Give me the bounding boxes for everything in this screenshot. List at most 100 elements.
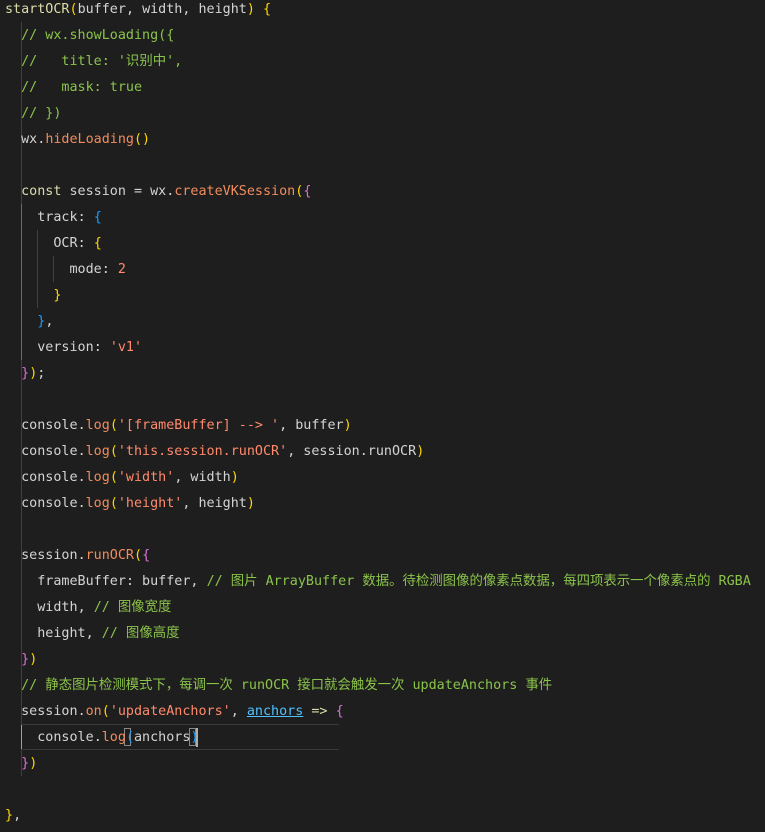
code-token: , buffer [279,418,344,433]
code-token: => [311,704,328,719]
code-line[interactable]: }) [5,647,37,673]
code-token: log [101,730,126,745]
code-token: { [303,184,312,199]
code-token: console [21,418,78,433]
code-line[interactable]: session.runOCR({ [5,543,150,569]
code-token: ( [134,548,143,563]
code-line[interactable]: const session = wx.createVKSession({ [5,179,311,205]
code-line[interactable]: }) [5,751,37,777]
code-token: track [37,210,78,225]
code-token: createVKSession [174,184,296,199]
code-token: // 图像宽度 [93,600,172,615]
code-token: } [53,288,62,303]
code-line[interactable]: }, [5,803,21,829]
code-editor[interactable]: startOCR(buffer, width, height) { // wx.… [0,0,765,832]
code-line[interactable]: frameBuffer: buffer, // 图片 ArrayBuffer 数… [5,569,751,595]
code-line[interactable]: startOCR(buffer, width, height) { [5,0,271,23]
code-token: // }) [21,106,62,121]
code-token: , [85,626,102,641]
code-token: 2 [117,262,126,277]
code-token: { [335,704,344,719]
code-token: 'this.session.runOCR' [117,444,288,459]
code-token: . [77,444,86,459]
code-token: ) [230,470,239,485]
code-token: height [198,2,247,17]
code-line[interactable]: // mask: true [5,75,142,101]
code-line[interactable]: console.log(anchors) [5,725,198,751]
code-line[interactable]: console.log('width', width) [5,465,239,491]
code-line[interactable]: console.log('this.session.runOCR', sessi… [5,439,424,465]
code-token: ) [246,2,255,17]
code-line[interactable]: width, // 图像宽度 [5,595,171,621]
code-token: : buffer, [125,574,207,589]
code-token: on [85,704,102,719]
code-token: log [85,418,110,433]
code-token: , width [174,470,231,485]
code-line[interactable]: mode: 2 [5,257,126,283]
code-token: // title: '识别中', [21,54,183,69]
code-token: { [263,2,272,17]
code-line[interactable]: version: 'v1' [5,335,142,361]
code-line[interactable]: }); [5,361,45,387]
code-token: log [85,470,110,485]
code-token: , session.runOCR [287,444,417,459]
code-line[interactable]: // wx.showLoading({ [5,23,174,49]
code-line[interactable]: // 静态图片检测模式下，每调一次 runOCR 接口就会触发一次 update… [5,673,552,699]
code-token: , [13,808,22,823]
code-token: ( [109,444,118,459]
code-token: ( [109,496,118,511]
code-token: ( [69,2,78,17]
code-token: { [93,236,102,251]
code-token: . [93,730,102,745]
code-token: 'width' [117,470,175,485]
code-token: session [21,704,78,719]
code-token: session = [61,184,151,199]
code-line[interactable]: // title: '识别中', [5,49,182,75]
code-token: } [5,808,14,823]
code-line[interactable]: track: { [5,205,102,231]
code-line[interactable]: console.log('[frameBuffer] --> ', buffer… [5,413,352,439]
code-token: frameBuffer [37,574,126,589]
code-token: , [230,704,247,719]
code-token: 'height' [117,496,183,511]
code-line[interactable]: console.log('height', height) [5,491,255,517]
code-line[interactable]: session.on('updateAnchors', anchors => { [5,699,344,725]
code-token: : [77,236,94,251]
code-token: , [45,314,54,329]
code-token: runOCR [85,548,134,563]
code-token: : [77,210,94,225]
code-token: } [21,652,30,667]
code-token: , [77,600,94,615]
code-token: wx [21,132,38,147]
code-token: anchors [246,704,304,719]
code-token: // 图像高度 [101,626,180,641]
code-token: . [77,496,86,511]
code-line[interactable]: }, [5,309,53,335]
code-line[interactable]: wx.hideLoading() [5,127,150,153]
code-token: // mask: true [21,80,143,95]
code-token: width [142,2,183,17]
code-line[interactable]: OCR: { [5,231,102,257]
code-line[interactable]: } [5,283,61,309]
code-token: { [93,210,102,225]
code-line[interactable]: height, // 图像高度 [5,621,180,647]
code-token: console [21,496,78,511]
code-line[interactable]: // }) [5,101,61,127]
code-token: 'updateAnchors' [109,704,231,719]
code-token: '[frameBuffer] --> ' [117,418,280,433]
code-token: : [93,340,110,355]
